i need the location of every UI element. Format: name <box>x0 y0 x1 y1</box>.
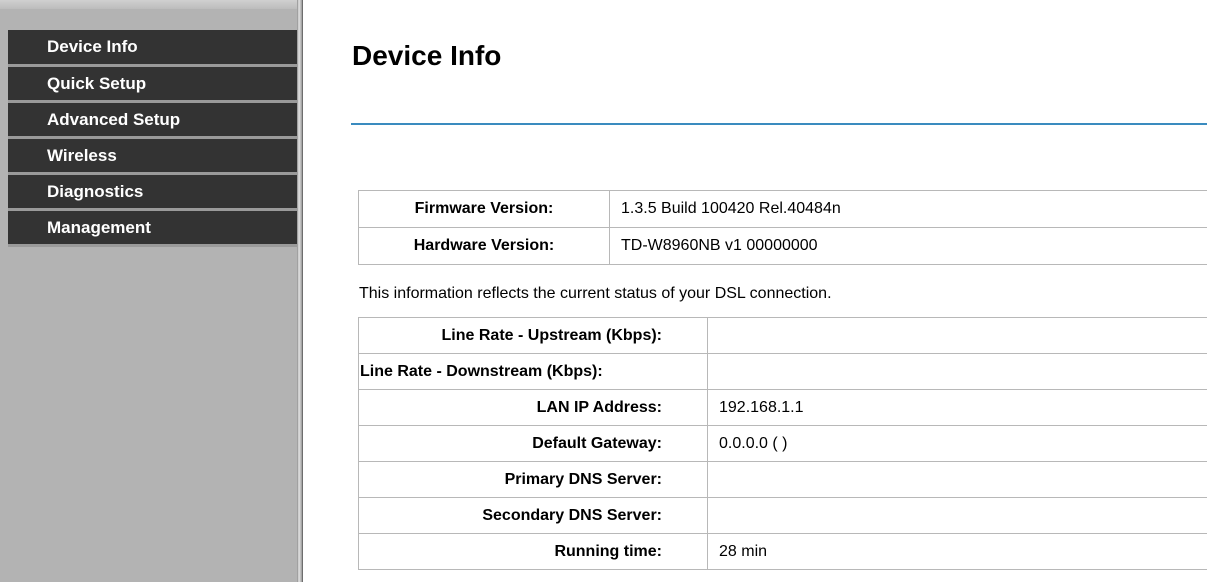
upstream-rate-value <box>707 317 1207 354</box>
table-row: LAN IP Address: 192.168.1.1 <box>358 389 1207 426</box>
sidebar-item-management[interactable]: Management <box>8 211 297 247</box>
secondary-dns-value <box>707 497 1207 534</box>
sidebar-item-label: Advanced Setup <box>47 109 181 129</box>
upstream-rate-label: Line Rate - Upstream (Kbps): <box>358 317 708 354</box>
sidebar-item-device-info[interactable]: Device Info <box>8 30 297 67</box>
sidebar-divider[interactable] <box>297 0 302 582</box>
secondary-dns-label: Secondary DNS Server: <box>358 497 708 534</box>
sidebar-item-wireless[interactable]: Wireless <box>8 139 297 175</box>
page-title: Device Info <box>352 40 502 71</box>
sidebar-item-label: Management <box>47 217 151 237</box>
sidebar-menu: Device Info Quick Setup Advanced Setup W… <box>8 30 297 247</box>
primary-dns-label: Primary DNS Server: <box>358 461 708 498</box>
status-table: Line Rate - Upstream (Kbps): Line Rate -… <box>358 317 1207 570</box>
firmware-version-label: Firmware Version: <box>358 190 610 228</box>
sidebar-item-label: Device Info <box>47 37 138 56</box>
running-time-label: Running time: <box>358 533 708 570</box>
hardware-version-value: TD-W8960NB v1 00000000 <box>609 227 1207 265</box>
sidebar-item-diagnostics[interactable]: Diagnostics <box>8 175 297 211</box>
running-time-value: 28 min <box>707 533 1207 570</box>
router-admin-page: Device Info Quick Setup Advanced Setup W… <box>0 0 1207 582</box>
lan-ip-label: LAN IP Address: <box>358 389 708 426</box>
downstream-rate-label: Line Rate - Downstream (Kbps): <box>358 353 708 390</box>
sidebar-item-advanced-setup[interactable]: Advanced Setup <box>8 103 297 139</box>
hardware-version-label: Hardware Version: <box>358 227 610 265</box>
version-table: Firmware Version: 1.3.5 Build 100420 Rel… <box>358 190 1207 265</box>
sidebar: Device Info Quick Setup Advanced Setup W… <box>0 0 303 582</box>
sidebar-item-label: Wireless <box>47 145 117 165</box>
table-row: Primary DNS Server: <box>358 461 1207 498</box>
default-gateway-value: 0.0.0.0 ( ) <box>707 425 1207 462</box>
status-description: This information reflects the current st… <box>359 285 832 302</box>
title-divider <box>351 123 1207 125</box>
downstream-rate-value <box>707 353 1207 390</box>
table-row: Hardware Version: TD-W8960NB v1 00000000 <box>358 227 1207 265</box>
sidebar-top-strip <box>0 0 297 9</box>
table-row: Secondary DNS Server: <box>358 497 1207 534</box>
main-content: Device Info Firmware Version: 1.3.5 Buil… <box>303 0 1207 582</box>
table-row: Default Gateway: 0.0.0.0 ( ) <box>358 425 1207 462</box>
table-row: Line Rate - Downstream (Kbps): <box>358 353 1207 390</box>
lan-ip-value: 192.168.1.1 <box>707 389 1207 426</box>
primary-dns-value <box>707 461 1207 498</box>
sidebar-item-label: Diagnostics <box>47 181 144 201</box>
table-row: Line Rate - Upstream (Kbps): <box>358 317 1207 354</box>
sidebar-item-quick-setup[interactable]: Quick Setup <box>8 67 297 103</box>
default-gateway-label: Default Gateway: <box>358 425 708 462</box>
sidebar-item-label: Quick Setup <box>47 73 147 93</box>
table-row: Running time: 28 min <box>358 533 1207 570</box>
table-row: Firmware Version: 1.3.5 Build 100420 Rel… <box>358 190 1207 228</box>
firmware-version-value: 1.3.5 Build 100420 Rel.40484n <box>609 190 1207 228</box>
